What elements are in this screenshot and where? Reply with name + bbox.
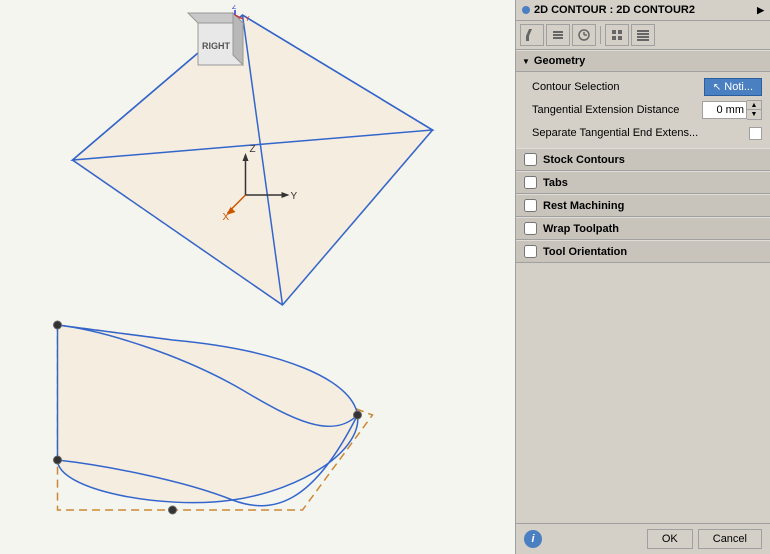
panel-title: 2D CONTOUR : 2D CONTOUR2 <box>534 4 695 16</box>
tool-orientation-label: Tool Orientation <box>543 246 627 258</box>
wrap-toolpath-label: Wrap Toolpath <box>543 223 619 235</box>
contour-selection-btn-text: Noti... <box>724 81 753 93</box>
svg-text:Z: Z <box>232 5 237 11</box>
contour-selection-label: Contour Selection <box>532 81 704 93</box>
ok-button[interactable]: OK <box>647 529 693 549</box>
svg-text:Z: Z <box>250 144 256 155</box>
separate-tangential-control <box>749 127 762 140</box>
tangential-spinner: ▲ ▼ <box>702 100 762 120</box>
tangential-extension-control: ▲ ▼ <box>702 100 762 120</box>
geometry-title: Geometry <box>534 55 585 67</box>
geometry-section-header[interactable]: ▼ Geometry <box>516 50 770 72</box>
wrap-toolpath-checkbox[interactable] <box>524 222 537 235</box>
contour-selection-row: Contour Selection ↖ Noti... <box>516 76 770 98</box>
tangential-extension-label: Tangential Extension Distance <box>532 104 702 116</box>
geometry-section-body: Contour Selection ↖ Noti... Tangential E… <box>516 72 770 148</box>
dialog-buttons: OK Cancel <box>647 529 762 549</box>
toolbar-btn-layers[interactable] <box>546 24 570 46</box>
toolbar-separator <box>600 26 601 44</box>
separate-tangential-label: Separate Tangential End Extens... <box>532 127 749 139</box>
rest-machining-label: Rest Machining <box>543 200 624 212</box>
rest-machining-section[interactable]: Rest Machining <box>516 194 770 217</box>
svg-text:RIGHT: RIGHT <box>202 41 231 51</box>
cursor-icon: ↖ <box>713 82 721 93</box>
bottom-bar: i OK Cancel <box>516 523 770 554</box>
toolbar-btn-pencil[interactable] <box>520 24 544 46</box>
svg-text:Y: Y <box>245 16 250 23</box>
right-panel: 2D CONTOUR : 2D CONTOUR2 ▶ <box>515 0 770 554</box>
view-indicator: RIGHT Z Y <box>180 5 255 90</box>
tool-orientation-checkbox[interactable] <box>524 245 537 258</box>
toolbar-btn-clock[interactable] <box>572 24 596 46</box>
tabs-label: Tabs <box>543 177 568 189</box>
stock-contours-label: Stock Contours <box>543 154 625 166</box>
separate-tangential-row: Separate Tangential End Extens... <box>516 122 770 144</box>
rest-machining-checkbox[interactable] <box>524 199 537 212</box>
canvas-area: Z Y X RIGHT Z Y <box>0 0 515 554</box>
tangential-extension-row: Tangential Extension Distance ▲ ▼ <box>516 98 770 122</box>
info-icon[interactable]: i <box>524 530 542 548</box>
contour-selection-button[interactable]: ↖ Noti... <box>704 78 762 96</box>
tool-orientation-section[interactable]: Tool Orientation <box>516 240 770 263</box>
panel-content[interactable]: ▼ Geometry Contour Selection ↖ Noti... T… <box>516 50 770 523</box>
svg-text:Y: Y <box>291 191 298 202</box>
header-dot <box>522 6 530 14</box>
tangential-value-input[interactable] <box>702 101 747 119</box>
svg-text:X: X <box>223 212 230 223</box>
separate-tangential-checkbox[interactable] <box>749 127 762 140</box>
spinner-down[interactable]: ▼ <box>747 110 761 119</box>
toolbar-btn-grid[interactable] <box>605 24 629 46</box>
tabs-section[interactable]: Tabs <box>516 171 770 194</box>
geometry-triangle: ▼ <box>522 57 530 66</box>
stock-contours-section[interactable]: Stock Contours <box>516 148 770 171</box>
spinner-arrows: ▲ ▼ <box>747 100 762 120</box>
tabs-checkbox[interactable] <box>524 176 537 189</box>
panel-header: 2D CONTOUR : 2D CONTOUR2 ▶ <box>516 0 770 21</box>
toolbar <box>516 21 770 50</box>
stock-contours-checkbox[interactable] <box>524 153 537 166</box>
toolbar-btn-table[interactable] <box>631 24 655 46</box>
contour-selection-control: ↖ Noti... <box>704 78 762 96</box>
wrap-toolpath-section[interactable]: Wrap Toolpath <box>516 217 770 240</box>
cancel-button[interactable]: Cancel <box>698 529 762 549</box>
expand-icon[interactable]: ▶ <box>757 5 764 16</box>
spinner-up[interactable]: ▲ <box>747 101 761 110</box>
